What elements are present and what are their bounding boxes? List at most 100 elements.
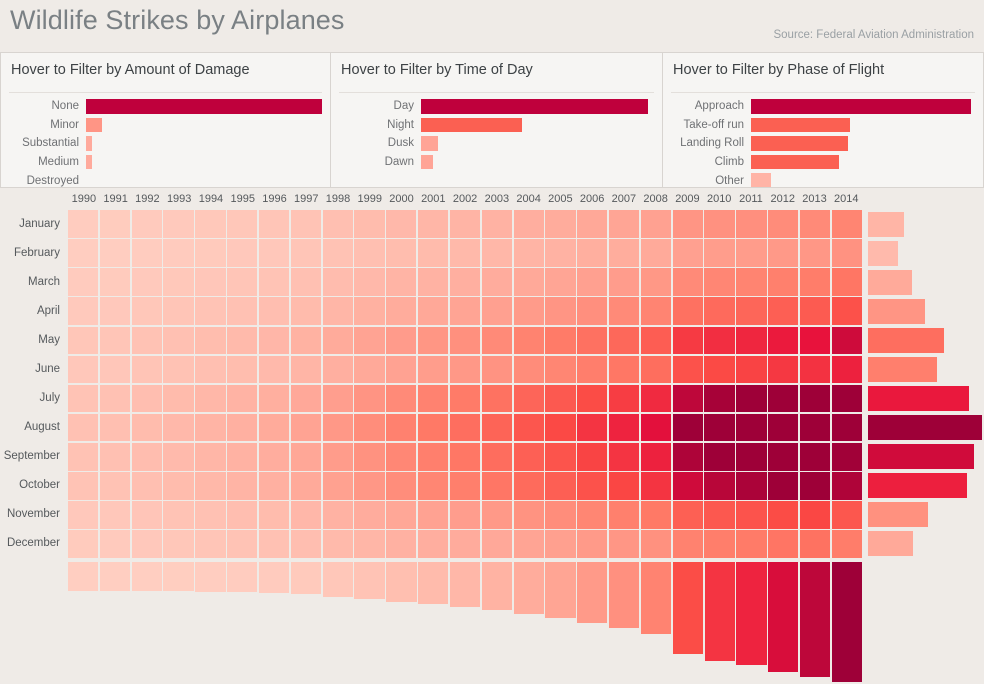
heatmap-cell[interactable] [354, 384, 385, 413]
heatmap-cell[interactable] [577, 472, 608, 500]
heatmap-cell[interactable] [768, 210, 799, 238]
heatmap-cell[interactable] [609, 355, 640, 384]
heatmap-cell[interactable] [513, 210, 544, 238]
heatmap-cell[interactable] [195, 239, 226, 267]
heatmap-cell[interactable] [163, 297, 194, 325]
filter-item-phase-of-flight-approach[interactable]: Approach [663, 97, 983, 116]
heatmap-cell[interactable] [481, 210, 512, 238]
heatmap-cell[interactable] [672, 355, 703, 384]
heatmap-cell[interactable] [799, 326, 831, 355]
heatmap-cell[interactable] [577, 326, 608, 355]
filter-item-damage-none[interactable]: None [1, 97, 330, 116]
heatmap-cell[interactable] [322, 413, 353, 442]
year-total-bar[interactable] [545, 562, 576, 618]
year-total-bar[interactable] [481, 562, 512, 610]
heatmap-cell[interactable] [227, 472, 258, 500]
heatmap-cell[interactable] [258, 530, 290, 558]
heatmap-cell[interactable] [799, 268, 831, 296]
heatmap-cell[interactable] [195, 530, 226, 558]
heatmap-cell[interactable] [640, 268, 672, 296]
heatmap-cell[interactable] [513, 413, 544, 442]
heatmap-cell[interactable] [704, 297, 735, 325]
heatmap-cell[interactable] [418, 472, 449, 500]
heatmap-cell[interactable] [290, 443, 321, 471]
heatmap-cell[interactable] [672, 501, 703, 529]
heatmap-cell[interactable] [704, 268, 735, 296]
heatmap-cell[interactable] [609, 326, 640, 355]
heatmap-grid[interactable] [68, 210, 862, 558]
heatmap-cell[interactable] [99, 210, 131, 238]
filter-bar[interactable] [86, 99, 322, 114]
heatmap-cell[interactable] [481, 501, 512, 529]
year-total-bar[interactable] [195, 562, 226, 592]
heatmap-cell[interactable] [736, 384, 767, 413]
filter-item-phase-of-flight-landing-roll[interactable]: Landing Roll [663, 134, 983, 153]
heatmap-cell[interactable] [227, 384, 258, 413]
heatmap-cell[interactable] [481, 297, 512, 325]
heatmap-cell[interactable] [672, 413, 703, 442]
heatmap-cell[interactable] [736, 210, 767, 238]
heatmap-cell[interactable] [609, 210, 640, 238]
heatmap-cell[interactable] [195, 268, 226, 296]
heatmap-cell[interactable] [418, 326, 449, 355]
heatmap-cell[interactable] [290, 210, 321, 238]
heatmap-cell[interactable] [704, 413, 735, 442]
heatmap-cell[interactable] [290, 413, 321, 442]
year-total-bar[interactable] [386, 562, 417, 603]
heatmap-cell[interactable] [68, 355, 99, 384]
heatmap-cell[interactable] [131, 355, 162, 384]
year-total-bar[interactable] [354, 562, 385, 600]
heatmap-cell[interactable] [290, 239, 321, 267]
heatmap-cell[interactable] [322, 355, 353, 384]
year-total-bar[interactable] [831, 562, 863, 682]
heatmap-cell[interactable] [290, 297, 321, 325]
filter-item-phase-of-flight-take-off-run[interactable]: Take-off run [663, 116, 983, 135]
heatmap-cell[interactable] [322, 530, 353, 558]
heatmap-cell[interactable] [131, 239, 162, 267]
heatmap-cell[interactable] [449, 413, 481, 442]
heatmap-cell[interactable] [131, 326, 162, 355]
heatmap-cell[interactable] [163, 239, 194, 267]
heatmap-cell[interactable] [768, 268, 799, 296]
filter-panel-damage[interactable]: Hover to Filter by Amount of Damage None M… [0, 52, 331, 188]
heatmap-cell[interactable] [799, 384, 831, 413]
heatmap-cell[interactable] [513, 326, 544, 355]
filter-item-damage-medium[interactable]: Medium [1, 153, 330, 172]
heatmap-cell[interactable] [99, 384, 131, 413]
heatmap-cell[interactable] [418, 530, 449, 558]
heatmap-cell[interactable] [322, 239, 353, 267]
heatmap-cell[interactable] [799, 355, 831, 384]
heatmap-cell[interactable] [545, 210, 576, 238]
heatmap-cell[interactable] [768, 501, 799, 529]
heatmap-cell[interactable] [577, 297, 608, 325]
heatmap-cell[interactable] [799, 297, 831, 325]
year-total-bar[interactable] [513, 562, 544, 614]
heatmap-cell[interactable] [768, 530, 799, 558]
heatmap-cell[interactable] [672, 239, 703, 267]
heatmap-cell[interactable] [418, 443, 449, 471]
heatmap-cell[interactable] [831, 530, 862, 558]
heatmap-cell[interactable] [290, 268, 321, 296]
filter-bar[interactable] [421, 136, 439, 151]
heatmap-cell[interactable] [449, 210, 481, 238]
heatmap-cell[interactable] [258, 326, 290, 355]
heatmap-cell[interactable] [354, 326, 385, 355]
heatmap-cell[interactable] [545, 501, 576, 529]
month-total-bar[interactable] [868, 240, 899, 267]
heatmap-cell[interactable] [131, 501, 162, 529]
heatmap-cell[interactable] [386, 239, 417, 267]
heatmap-cell[interactable] [322, 443, 353, 471]
heatmap-cell[interactable] [577, 210, 608, 238]
heatmap-cell[interactable] [290, 472, 321, 500]
heatmap-cell[interactable] [609, 413, 640, 442]
heatmap-cell[interactable] [768, 355, 799, 384]
heatmap-cell[interactable] [354, 472, 385, 500]
heatmap-cell[interactable] [163, 472, 194, 500]
heatmap-cell[interactable] [418, 413, 449, 442]
heatmap-cell[interactable] [799, 239, 831, 267]
heatmap-cell[interactable] [736, 297, 767, 325]
month-total-bar[interactable] [868, 385, 969, 412]
heatmap-cell[interactable] [354, 355, 385, 384]
heatmap-cell[interactable] [258, 210, 290, 238]
heatmap-cell[interactable] [704, 326, 735, 355]
